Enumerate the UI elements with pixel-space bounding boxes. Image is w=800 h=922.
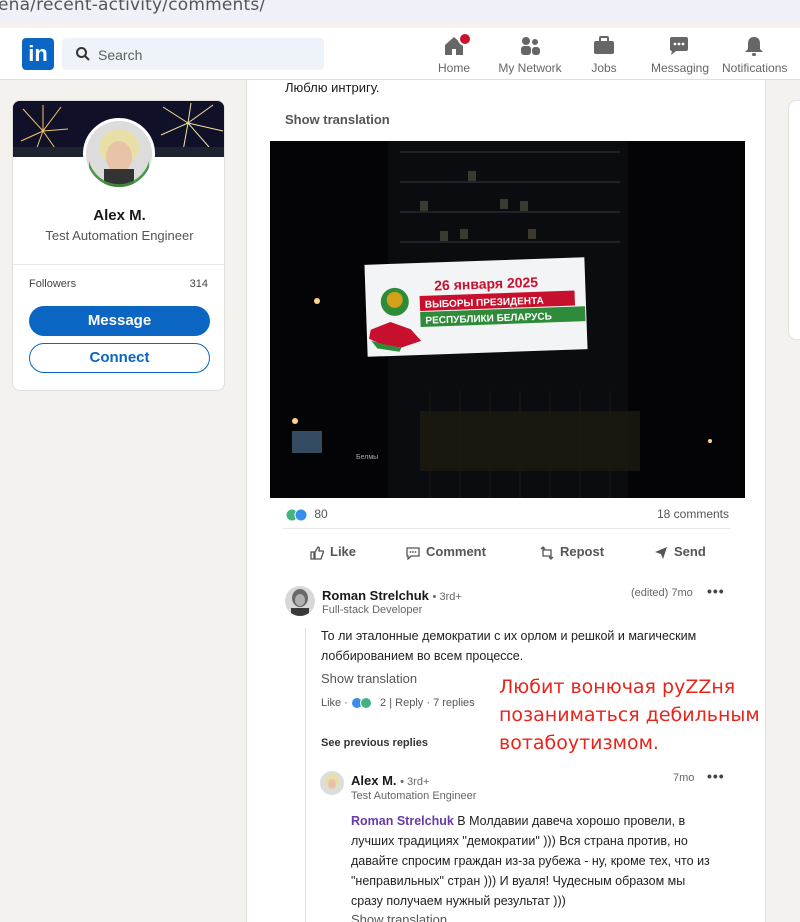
reply-degree: • 3rd+	[400, 776, 430, 788]
reply-author[interactable]: Alex M. • 3rd+	[351, 773, 429, 788]
divider	[283, 528, 730, 529]
mention-link[interactable]: Roman Strelchuk	[351, 814, 454, 828]
comment-like-button[interactable]: Like	[321, 697, 341, 709]
comment-text-line: То ли эталонные демократии с их орлом и …	[321, 629, 697, 643]
comment-label: Comment	[426, 544, 486, 559]
overlay-annotation: Любит вонючая руZZня позаниматься дебиль…	[499, 673, 760, 757]
nav-notifications-label: Notifications	[722, 61, 788, 75]
comment-button[interactable]: Comment	[406, 544, 486, 560]
more-options-icon[interactable]: •••	[707, 768, 725, 784]
reaction-icons	[350, 697, 372, 710]
building-sign: Белмы	[356, 454, 378, 461]
post-image[interactable]: Белмы 26 января 2025 ВЫБОРЫ ПРЕЗИДЕНТА Р…	[270, 141, 745, 498]
send-label: Send	[674, 544, 706, 559]
comment-degree: • 3rd+	[432, 591, 462, 603]
post-show-translation[interactable]: Show translation	[285, 112, 390, 127]
reaction-icons	[285, 508, 308, 522]
profile-avatar[interactable]	[83, 118, 155, 190]
comment-text-line: лоббированием во всем процессе.	[321, 649, 524, 663]
reply-text-line: лучших традициях "демократии" ))) Вся ст…	[351, 834, 688, 848]
send-button[interactable]: Send	[654, 544, 706, 560]
linkedin-logo[interactable]: in	[22, 38, 54, 70]
comment-author-name[interactable]: Roman Strelchuk	[322, 588, 429, 603]
reply-text: Roman Strelchuk В Молдавии давеча хорошо…	[351, 811, 710, 911]
nav-messaging-label: Messaging	[651, 61, 710, 75]
divider	[13, 264, 224, 265]
reply-text-line: "неправильных" стран ))) И вуаля! Чудесн…	[351, 874, 686, 888]
search-input[interactable]: Search	[98, 47, 142, 63]
comment-icon	[406, 546, 420, 560]
reply-author-name[interactable]: Alex M.	[351, 773, 397, 788]
commenter-avatar[interactable]	[285, 586, 315, 616]
url-text[interactable]: ena/recent-activity/comments/	[0, 0, 265, 15]
thumbs-up-icon	[310, 545, 324, 560]
like-label: Like	[330, 544, 357, 559]
replies-count[interactable]: 7 replies	[433, 697, 475, 709]
nav-my-network-label: My Network	[498, 61, 562, 75]
reply-text-line: В Молдавии давеча хорошо провели, в	[457, 814, 686, 828]
search-box[interactable]: Search	[62, 38, 324, 70]
comment-time: (edited) 7mo	[631, 587, 693, 599]
nav-jobs-label: Jobs	[591, 61, 617, 75]
reply-text-line: давайте спросим граждан из-за рубежа - н…	[351, 854, 710, 868]
profile-name[interactable]: Alex M.	[13, 207, 224, 224]
reply-avatar[interactable]	[320, 771, 344, 795]
overlay-line: вотабоутизмом.	[499, 732, 659, 754]
nav-jobs[interactable]: Jobs	[590, 34, 618, 75]
feed-column: Люблю интригу. Show translation Белмы 26…	[246, 80, 766, 922]
reply-thread-line	[305, 628, 306, 922]
reply-button[interactable]: Reply	[395, 697, 423, 709]
messaging-icon	[667, 34, 691, 58]
post-reactions[interactable]: 80	[285, 507, 328, 522]
comment-show-translation[interactable]: Show translation	[321, 671, 417, 686]
followers-count: 314	[189, 278, 208, 290]
nav-my-network[interactable]: My Network	[498, 34, 562, 75]
message-button[interactable]: Message	[29, 306, 210, 336]
comment-actions: Like · 2 | Reply · 7 replies	[321, 697, 475, 710]
see-previous-replies[interactable]: See previous replies	[321, 737, 428, 749]
nav-notifications[interactable]: Notifications	[722, 34, 788, 75]
repost-label: Repost	[560, 544, 605, 559]
repost-icon	[540, 545, 554, 560]
reply-time: 7mo	[673, 772, 695, 784]
nav-messaging[interactable]: Messaging	[651, 34, 710, 75]
nav-home[interactable]: Home	[438, 32, 472, 75]
comment-author[interactable]: Roman Strelchuk • 3rd+	[322, 588, 462, 603]
nav-home-label: Home	[438, 61, 471, 75]
reply-author-headline: Test Automation Engineer	[351, 790, 477, 802]
followers-label: Followers	[29, 278, 77, 290]
repost-button[interactable]: Repost	[540, 544, 604, 560]
post-text: Люблю интригу.	[285, 80, 380, 95]
overlay-line: позаниматься дебильным	[499, 704, 760, 726]
post-reaction-count: 80	[314, 507, 328, 521]
comment-text: То ли эталонные демократии с их орлом и …	[321, 626, 696, 666]
reply-text-line: сразу получаем нужный результат )))	[351, 894, 566, 908]
like-button[interactable]: Like	[310, 544, 356, 560]
send-icon	[655, 546, 667, 559]
profile-headline: Test Automation Engineer	[45, 228, 194, 243]
comment-author-headline: Full-stack Developer	[322, 604, 423, 616]
right-rail-card	[788, 100, 800, 340]
bell-icon	[742, 34, 766, 58]
network-icon	[518, 34, 542, 58]
home-icon	[442, 32, 472, 58]
notification-badge	[458, 32, 472, 46]
reply-show-translation[interactable]: Show translation	[351, 912, 447, 922]
browser-url-bar[interactable]: ena/recent-activity/comments/	[0, 0, 800, 22]
search-icon	[76, 47, 90, 61]
separator-dot: ·	[344, 697, 351, 709]
briefcase-icon	[592, 34, 616, 58]
top-nav: in Search Home My Network Jobs Messaging…	[0, 28, 800, 80]
profile-card: Alex M. Test Automation Engineer Followe…	[12, 100, 225, 391]
post-comments-count[interactable]: 18 comments	[657, 507, 729, 521]
connect-button[interactable]: Connect	[29, 343, 210, 373]
overlay-line: Любит вонючая руZZня	[499, 676, 736, 698]
more-options-icon[interactable]: •••	[707, 583, 725, 599]
comment-reaction-count[interactable]: 2	[380, 697, 386, 709]
